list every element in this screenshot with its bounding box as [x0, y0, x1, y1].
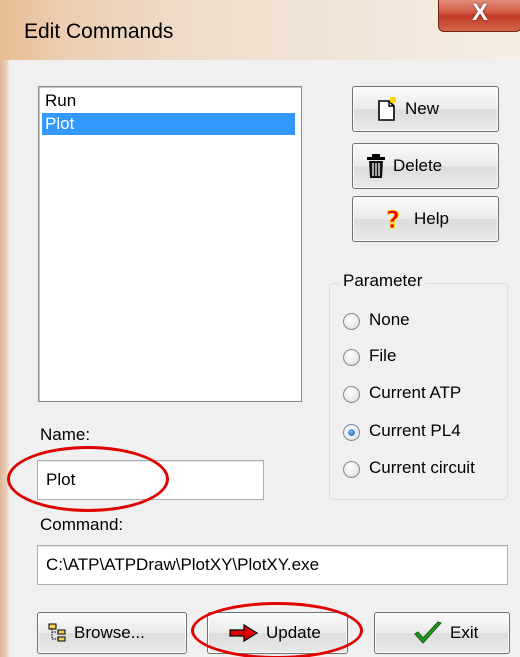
- commands-listbox[interactable]: Run Plot: [38, 86, 302, 402]
- radio-button[interactable]: [343, 313, 360, 330]
- window-title: Edit Commands: [24, 20, 174, 43]
- update-button-label: Update: [266, 623, 321, 642]
- browse-button[interactable]: Browse...: [37, 612, 187, 654]
- trash-can-icon: [367, 154, 385, 178]
- edit-commands-window: Edit Commands X Run Plot New Delete ? He…: [0, 0, 520, 657]
- radio-label: Current PL4: [369, 421, 461, 440]
- new-button-label: New: [405, 99, 440, 118]
- radio-button[interactable]: [343, 349, 360, 366]
- delete-button-label: Delete: [393, 156, 443, 175]
- radio-button[interactable]: [343, 461, 360, 478]
- command-label: Command:: [40, 515, 124, 534]
- name-input[interactable]: Plot: [37, 460, 264, 500]
- radio-label: File: [369, 346, 397, 365]
- help-button-label: Help: [414, 209, 449, 228]
- radio-selected-dot: [348, 429, 355, 436]
- green-checkmark-icon: [414, 621, 442, 644]
- close-button[interactable]: X: [438, 0, 520, 32]
- svg-text:?: ?: [386, 206, 400, 232]
- radio-label: Current ATP: [369, 383, 462, 402]
- help-button[interactable]: ? Help: [352, 196, 499, 242]
- radio-label: Current circuit: [369, 458, 475, 477]
- exit-button[interactable]: Exit: [374, 612, 510, 654]
- folder-tree-icon: [48, 623, 66, 642]
- exit-button-label: Exit: [450, 623, 479, 642]
- radio-label: None: [369, 310, 410, 329]
- browse-button-label: Browse...: [74, 623, 145, 642]
- command-input[interactable]: C:\ATP\ATPDraw\PlotXY\PlotXY.exe: [37, 545, 508, 585]
- window-left-border: [0, 60, 10, 657]
- parameter-group-title: Parameter: [340, 271, 426, 291]
- radio-button[interactable]: [343, 386, 360, 403]
- close-icon: X: [471, 0, 488, 26]
- red-arrow-icon: [229, 623, 259, 643]
- list-item-plot[interactable]: Plot: [42, 113, 295, 135]
- name-label: Name:: [40, 425, 91, 444]
- new-document-icon: [378, 96, 397, 121]
- title-bar[interactable]: Edit Commands X: [0, 0, 520, 60]
- update-button[interactable]: Update: [207, 612, 348, 654]
- radio-button-selected[interactable]: [343, 424, 360, 441]
- delete-button[interactable]: Delete: [352, 143, 499, 189]
- question-mark-icon: ?: [386, 206, 401, 232]
- new-button[interactable]: New: [352, 86, 499, 132]
- list-item-run[interactable]: Run: [42, 90, 295, 112]
